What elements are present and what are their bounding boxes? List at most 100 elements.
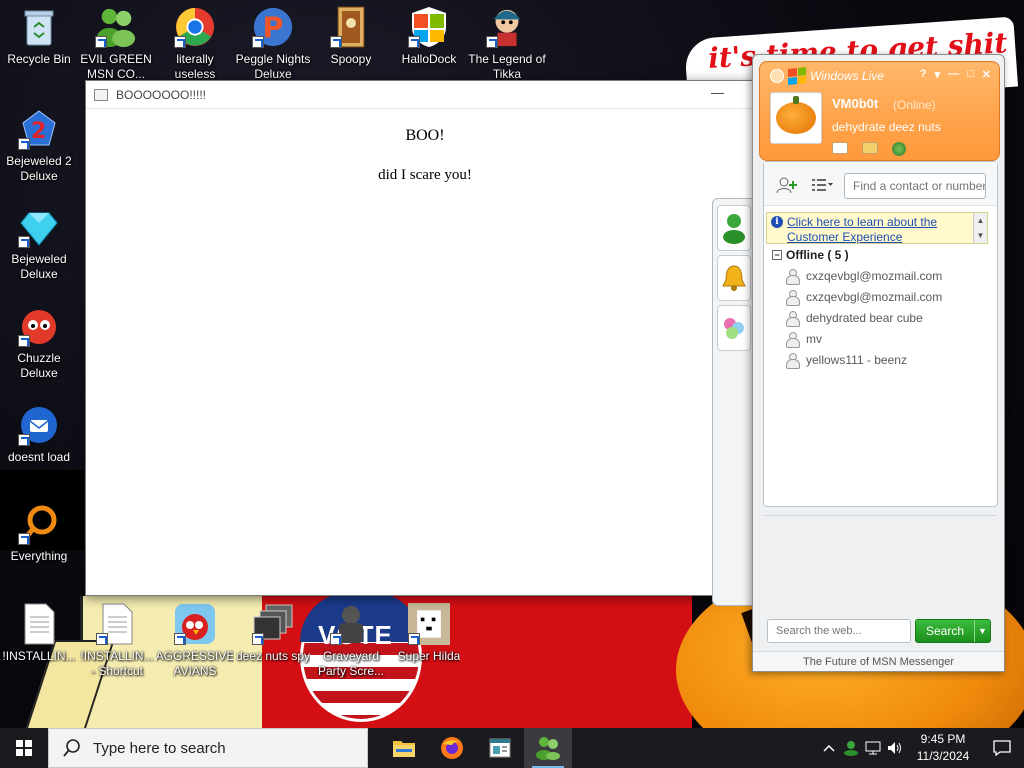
desktop-icon-label: Chuzzle Deluxe [17, 351, 61, 380]
minimize-button[interactable]: — [948, 68, 959, 81]
msn-tray-icon[interactable] [840, 728, 862, 768]
desktop-icon-aggressive-avians[interactable]: AGGRESSIVE AVIANS [156, 603, 234, 679]
shortcut-arrow-icon [18, 434, 30, 446]
boo-window-titlebar[interactable]: BOOOOOOO!!!!! — [86, 81, 764, 109]
shortcut-arrow-icon [330, 633, 342, 645]
search-icon [63, 739, 80, 757]
chevron-down-icon[interactable]: ▼ [974, 620, 990, 642]
msn-icon [536, 737, 560, 760]
desktop-icon-graveyard-party[interactable]: Graveyard Party Scre... [312, 603, 390, 679]
desktop-icon-super-hilda[interactable]: Super Hilda [390, 603, 468, 664]
help-icon[interactable]: ? [920, 68, 927, 81]
network-icon[interactable] [862, 728, 884, 768]
shortcut-arrow-icon [18, 138, 30, 150]
chevron-up-icon[interactable] [818, 728, 840, 768]
bejeweled-2-icon: 2 [18, 108, 60, 150]
find-contact-input[interactable] [844, 173, 986, 199]
desktop-icon-literally-useless[interactable]: literally useless [156, 6, 234, 82]
minimize-button[interactable]: — [711, 85, 724, 100]
desktop-icon-installing[interactable]: !INSTALLIN... [0, 603, 78, 664]
shortcut-arrow-icon [408, 633, 420, 645]
text-file-icon [18, 603, 60, 645]
shortcut-arrow-icon [174, 36, 186, 48]
desktop-icon-hallodock[interactable]: HalloDock [390, 6, 468, 67]
web-search-input[interactable] [767, 619, 911, 643]
dropdown-icon[interactable]: ▾ [935, 68, 941, 81]
clock-date: 11/3/2024 [916, 749, 970, 763]
offline-buddy-icon [786, 332, 800, 348]
desktop-icon-recycle-bin[interactable]: Recycle Bin [0, 6, 78, 67]
text-file-icon [96, 603, 138, 645]
shortcut-arrow-icon [174, 633, 186, 645]
shortcut-arrow-icon [95, 36, 107, 48]
user-status[interactable]: (Online) [893, 98, 936, 112]
msn-buddy-icon [95, 6, 137, 48]
desktop-icon-deez-nuts-spy[interactable]: deez nuts spy [234, 603, 312, 664]
user-display-name[interactable]: VM0b0t [832, 96, 878, 111]
taskbar-app-firefox[interactable] [428, 728, 476, 768]
web-search-button[interactable]: Search ▼ [915, 619, 991, 643]
add-contact-icon[interactable] [776, 176, 798, 194]
menu-dot-icon[interactable] [770, 69, 784, 83]
folder-icon [393, 741, 415, 757]
taskbar-app-file-explorer[interactable] [380, 728, 428, 768]
contact-item[interactable]: cxzqevbgl@mozmail.com [786, 287, 942, 307]
tab-alerts[interactable] [717, 255, 751, 301]
desktop-icon-spoopy[interactable]: Spoopy [312, 6, 390, 67]
desktop-icon-installing-shortcut[interactable]: !INSTALLIN... - Shortcut [78, 603, 156, 679]
notification-icon[interactable] [980, 728, 1024, 768]
folder-icon[interactable] [862, 142, 878, 154]
bell-icon [722, 265, 746, 291]
diamond-icon [18, 206, 60, 248]
contact-item[interactable]: cxzqevbgl@mozmail.com [786, 266, 942, 286]
info-scrollbar[interactable]: ▲ ▼ [973, 213, 987, 243]
contact-name: cxzqevbgl@mozmail.com [806, 290, 943, 304]
contact-item[interactable]: dehydrated bear cube [786, 308, 923, 328]
tab-extras[interactable] [717, 305, 751, 351]
volume-icon[interactable] [884, 728, 906, 768]
taskbar-app-msn[interactable] [524, 728, 572, 768]
list-view-icon[interactable] [812, 176, 834, 194]
start-button[interactable] [0, 728, 48, 768]
desktop-icon-label: Graveyard Party Scre... [317, 649, 385, 678]
offline-buddy-icon [786, 353, 800, 369]
boo-window-title: BOOOOOOO!!!!! [116, 87, 207, 102]
desktop-icon-chuzzle[interactable]: Chuzzle Deluxe [0, 305, 78, 381]
contact-group-header[interactable]: − Offline ( 5 ) [772, 248, 849, 262]
close-button[interactable]: ✕ [982, 68, 991, 81]
desktop-icon-everything[interactable]: Everything [0, 503, 78, 564]
msn-messenger-window[interactable]: Windows Live ? ▾ — □ ✕ VM0b0t (Online) d… [752, 54, 1005, 672]
contact-item[interactable]: yellows111 - beenz [786, 350, 907, 370]
web-search-button-label: Search [925, 624, 965, 638]
customer-experience-link[interactable]: Click here to learn about the Customer E… [787, 215, 937, 244]
msn-profile-header: Windows Live ? ▾ — □ ✕ VM0b0t (Online) d… [759, 61, 1000, 161]
msn-window-controls: ? ▾ — □ ✕ [920, 68, 991, 81]
taskbar-search[interactable]: Type here to search [48, 728, 368, 768]
boo-window[interactable]: BOOOOOOO!!!!! — BOO! did I scare you! [85, 80, 765, 596]
shortcut-arrow-icon [18, 533, 30, 545]
personal-message[interactable]: dehydrate deez nuts [832, 120, 941, 134]
shortcut-arrow-icon [252, 633, 264, 645]
avatar[interactable] [770, 92, 822, 144]
mail-icon[interactable] [832, 142, 848, 154]
collapse-toggle-icon[interactable]: − [772, 250, 782, 260]
taskbar-app-window[interactable] [476, 728, 524, 768]
desktop-icon-doesnt-load[interactable]: doesnt load [0, 404, 78, 465]
clock-time: 9:45 PM [920, 732, 966, 746]
spoopy-icon [330, 6, 372, 48]
desktop-icon-peggle-nights[interactable]: P Peggle Nights Deluxe [234, 6, 312, 82]
flower-icon [724, 318, 744, 339]
desktop-icon-bejeweled-2[interactable]: 2 Bejeweled 2 Deluxe [0, 108, 78, 184]
tab-contacts[interactable] [717, 205, 751, 251]
globe-icon[interactable] [892, 142, 906, 156]
contact-name: mv [806, 332, 822, 346]
contact-item[interactable]: mv [786, 329, 822, 349]
taskbar-clock[interactable]: 9:45 PM 11/3/2024 [906, 731, 980, 765]
maximize-button[interactable]: □ [967, 68, 974, 81]
desktop-icon-legend-of-tikka[interactable]: The Legend of Tikka [468, 6, 546, 82]
windows-flag-icon [788, 67, 806, 85]
shortcut-arrow-icon [486, 36, 498, 48]
offline-buddy-icon [786, 269, 800, 285]
desktop-icon-bejeweled[interactable]: Bejeweled Deluxe [0, 206, 78, 282]
desktop-icon-evil-green-msn[interactable]: EVIL GREEN MSN CO... [77, 6, 155, 82]
